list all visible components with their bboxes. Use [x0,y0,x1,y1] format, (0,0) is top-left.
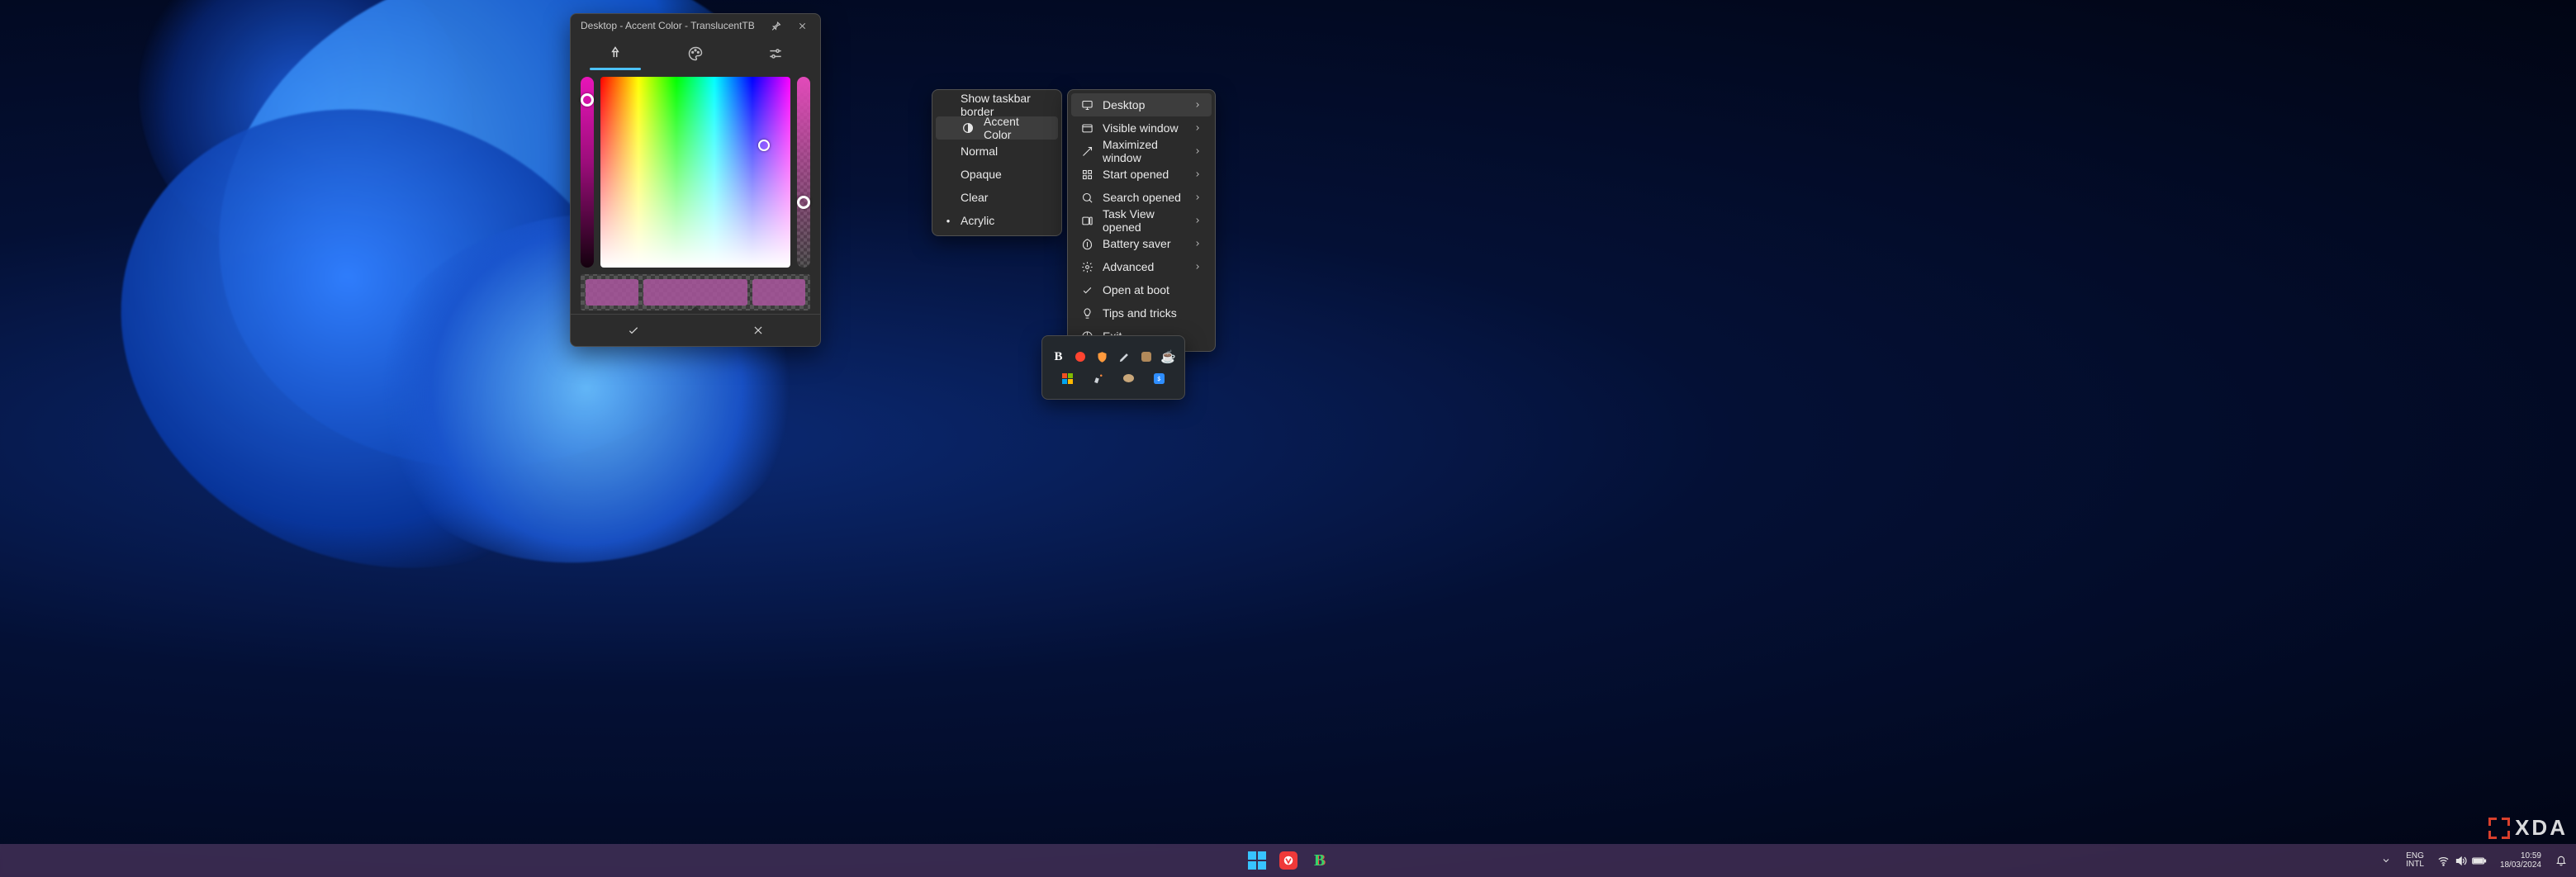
monitor-icon [1079,99,1094,111]
menu-item-acrylic[interactable]: ● Acrylic [936,209,1058,232]
gear-icon [1079,261,1094,273]
system-icons[interactable] [2434,855,2490,867]
menu-item-open-at-boot[interactable]: Open at boot [1071,278,1212,301]
windows-icon [1248,851,1266,870]
tray-bluetooth-icon[interactable] [1149,367,1170,389]
wifi-icon [2437,855,2450,867]
bullet-icon: ● [944,217,952,225]
tray-microsoft-icon[interactable] [1056,367,1078,389]
expand-icon [1079,145,1094,158]
accent-icon [961,121,975,135]
watermark-text: XDA [2515,815,2568,841]
menu-item-desktop[interactable]: Desktop [1071,93,1212,116]
tray-app-icon[interactable] [1136,346,1157,367]
sv-thumb[interactable] [758,140,770,151]
leaf-icon [1079,238,1094,250]
language-indicator[interactable]: ENG INTL [2403,852,2427,870]
context-menu-accent: Show taskbar border Accent Color Normal … [932,89,1062,236]
tray-app-icon[interactable] [1118,367,1140,389]
watermark: XDA [2488,815,2568,841]
hue-thumb[interactable] [581,93,594,107]
check-icon [627,324,640,337]
alpha-thumb[interactable] [797,196,810,209]
chevron-right-icon [1193,193,1203,201]
color-preview [581,274,810,311]
vivaldi-icon [1279,851,1297,870]
cancel-button[interactable] [695,315,820,346]
color-picker-window: Desktop - Accent Color - TranslucentTB [570,13,821,347]
check-icon [1079,284,1094,296]
chevron-right-icon [1193,239,1203,248]
saturation-value-panel[interactable] [600,77,790,268]
chevron-right-icon [1193,263,1203,271]
notifications-button[interactable] [2551,851,2571,870]
menu-item-advanced[interactable]: Advanced [1071,255,1212,278]
menu-item-maximized-window[interactable]: Maximized window [1071,140,1212,163]
menu-item-show-taskbar-border[interactable]: Show taskbar border [936,93,1058,116]
x-icon [752,325,764,336]
tray-app-icon[interactable] [1070,346,1091,367]
clock[interactable]: 10:59 18/03/2024 [2497,851,2545,870]
chevron-right-icon [1193,170,1203,178]
bulb-icon [1079,307,1094,320]
tray-overflow-flyout: B ☕ [1041,335,1185,400]
menu-item-opaque[interactable]: Opaque [936,163,1058,186]
chevron-right-icon [1193,147,1203,155]
taskbar-app-vivaldi[interactable] [1277,849,1300,872]
context-menu-main: DesktopVisible windowMaximized windowSta… [1067,89,1216,352]
grid-icon [1079,168,1094,181]
color-picker-titlebar: Desktop - Accent Color - TranslucentTB [571,14,820,37]
menu-item-normal[interactable]: Normal [936,140,1058,163]
battery-icon [2472,855,2487,867]
pin-button[interactable] [762,16,789,36]
chevron-right-icon [1193,101,1203,109]
tab-settings[interactable] [735,37,815,70]
menu-item-search-opened[interactable]: Search opened [1071,186,1212,209]
menu-item-start-opened[interactable]: Start opened [1071,163,1212,186]
taskbar-app-translucenttb[interactable]: B [1308,849,1331,872]
menu-item-accent-color[interactable]: Accent Color [936,116,1058,140]
chevron-down-icon [2381,856,2391,865]
menu-item-tips-and-tricks[interactable]: Tips and tricks [1071,301,1212,325]
tray-app-icon[interactable]: ☕ [1157,346,1179,367]
chevron-right-icon [1193,124,1203,132]
eyedropper-icon [607,45,624,62]
close-button[interactable] [789,16,815,36]
tray-security-icon[interactable] [1092,346,1113,367]
tray-overflow-button[interactable] [2376,851,2396,870]
hue-slider[interactable] [581,77,594,268]
color-picker-title: Desktop - Accent Color - TranslucentTB [581,20,762,31]
chevron-right-icon [1193,216,1203,225]
menu-item-visible-window[interactable]: Visible window [1071,116,1212,140]
alpha-slider[interactable] [797,77,810,268]
sliders-icon [767,45,784,62]
tray-app-icon[interactable] [1087,367,1108,389]
taskview-icon [1079,215,1094,227]
tray-pen-icon[interactable] [1113,346,1135,367]
volume-icon [2455,855,2467,867]
bell-icon [2555,855,2567,866]
confirm-button[interactable] [571,315,695,346]
search-icon [1079,192,1094,204]
menu-item-clear[interactable]: Clear [936,186,1058,209]
menu-item-battery-saver[interactable]: Battery saver [1071,232,1212,255]
taskbar: B ENG INTL 10:59 18/03/2024 [0,844,2576,877]
tab-palette[interactable] [656,37,736,70]
translucenttb-icon: B [1314,851,1325,870]
tab-picker[interactable] [576,37,656,70]
menu-item-task-view-opened[interactable]: Task View opened [1071,209,1212,232]
watermark-logo-icon [2488,818,2510,839]
window-icon [1079,122,1094,135]
tray-translucenttb-icon[interactable]: B [1048,346,1070,367]
start-button[interactable] [1245,849,1269,872]
picker-tabs [571,37,820,70]
palette-icon [687,45,704,62]
